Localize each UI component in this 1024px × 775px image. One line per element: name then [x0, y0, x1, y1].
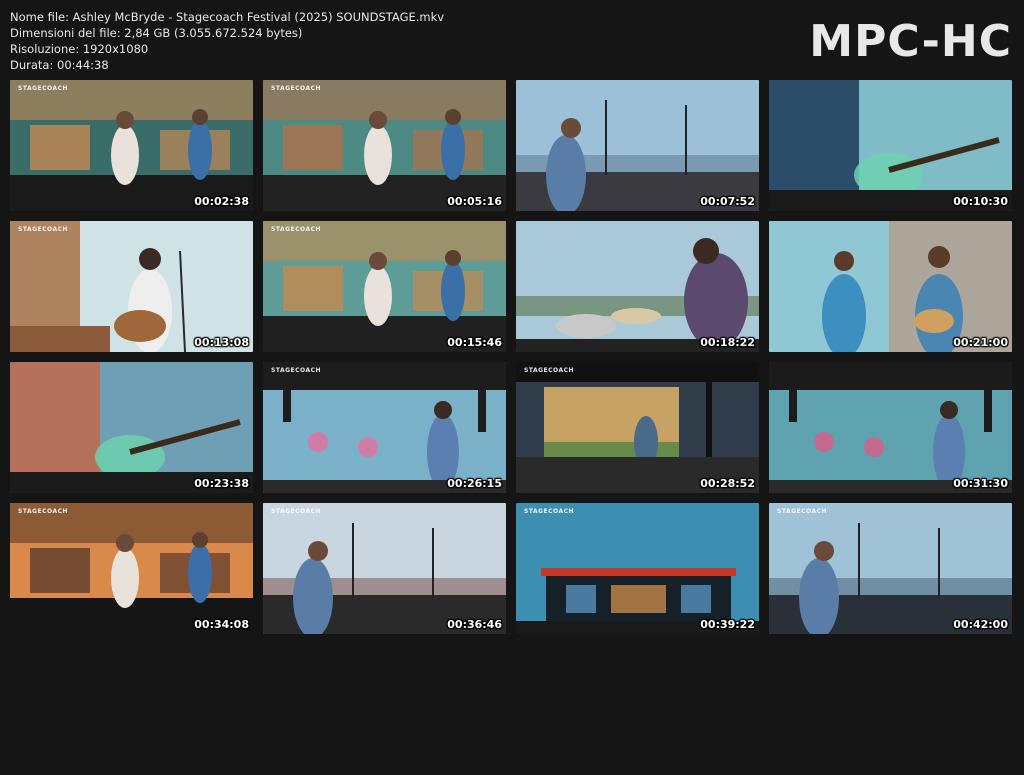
- thumbnail-image: [10, 80, 253, 211]
- thumbnail-frame: 00:18:22: [516, 221, 759, 352]
- broadcast-tag: STAGECOACH: [18, 226, 69, 233]
- thumbnail-image: [263, 80, 506, 211]
- timestamp-label: 00:39:22: [700, 618, 755, 631]
- timestamp-label: 00:26:15: [447, 477, 502, 490]
- broadcast-tag: STAGECOACH: [271, 367, 322, 374]
- thumbnail-image: [769, 221, 1012, 352]
- timestamp-label: 00:10:30: [953, 195, 1008, 208]
- thumbnail-frame: 00:31:30: [769, 362, 1012, 493]
- broadcast-tag: STAGECOACH: [18, 85, 69, 92]
- thumbnail-frame: STAGECOACH 00:36:46: [263, 503, 506, 634]
- thumbnail-frame: STAGECOACH 00:05:16: [263, 80, 506, 211]
- timestamp-label: 00:42:00: [953, 618, 1008, 631]
- broadcast-tag: STAGECOACH: [271, 226, 322, 233]
- broadcast-tag: STAGECOACH: [524, 508, 575, 515]
- thumbnail-frame: STAGECOACH 00:02:38: [10, 80, 253, 211]
- thumbnail-frame: 00:07:52: [516, 80, 759, 211]
- thumbnail-frame: STAGECOACH 00:26:15: [263, 362, 506, 493]
- thumbnail-grid: STAGECOACH 00:02:38 STAGECOACH 00:05:16 00…: [10, 80, 1012, 775]
- thumbnail-frame: STAGECOACH 00:42:00: [769, 503, 1012, 634]
- thumbnail-frame: 00:21:00: [769, 221, 1012, 352]
- thumbnail-image: [10, 362, 253, 493]
- timestamp-label: 00:02:38: [194, 195, 249, 208]
- timestamp-label: 00:07:52: [700, 195, 755, 208]
- timestamp-label: 00:05:16: [447, 195, 502, 208]
- thumbnail-image: [769, 362, 1012, 493]
- file-size: Dimensioni del file: 2,84 GB (3.055.672.…: [10, 26, 303, 40]
- file-name: Nome file: Ashley McBryde - Stagecoach F…: [10, 10, 445, 24]
- timestamp-label: 00:28:52: [700, 477, 755, 490]
- file-resolution: Risoluzione: 1920x1080: [10, 42, 149, 56]
- timestamp-label: 00:13:08: [194, 336, 249, 349]
- file-info: Nome file: Ashley McBryde - Stagecoach F…: [10, 9, 444, 73]
- thumbnail-frame: STAGECOACH 00:13:08: [10, 221, 253, 352]
- thumbnail-frame: STAGECOACH 00:15:46: [263, 221, 506, 352]
- thumbnail-image: [516, 362, 759, 493]
- file-duration: Durata: 00:44:38: [10, 58, 109, 72]
- thumbnail-frame: 00:10:30: [769, 80, 1012, 211]
- broadcast-tag: STAGECOACH: [271, 85, 322, 92]
- timestamp-label: 00:31:30: [953, 477, 1008, 490]
- broadcast-tag: STAGECOACH: [524, 367, 575, 374]
- broadcast-tag: STAGECOACH: [18, 508, 69, 515]
- thumbnail-image: [769, 80, 1012, 211]
- thumbnail-frame: STAGECOACH 00:39:22: [516, 503, 759, 634]
- thumbnail-frame: STAGECOACH 00:34:08: [10, 503, 253, 634]
- thumbnail-image: [516, 80, 759, 211]
- mpc-hc-logo: MPC-HC: [809, 16, 1012, 67]
- timestamp-label: 00:15:46: [447, 336, 502, 349]
- timestamp-label: 00:21:00: [953, 336, 1008, 349]
- broadcast-tag: STAGECOACH: [777, 508, 828, 515]
- thumbnail-image: [10, 221, 253, 352]
- thumbnail-frame: STAGECOACH 00:28:52: [516, 362, 759, 493]
- thumbnail-image: [769, 503, 1012, 634]
- timestamp-label: 00:18:22: [700, 336, 755, 349]
- timestamp-label: 00:34:08: [194, 618, 249, 631]
- thumbnail-frame: 00:23:38: [10, 362, 253, 493]
- timestamp-label: 00:23:38: [194, 477, 249, 490]
- thumbnail-image: [516, 221, 759, 352]
- thumbnail-image: [10, 503, 253, 634]
- thumbnail-image: [516, 503, 759, 634]
- thumbnail-image: [263, 362, 506, 493]
- thumbnail-image: [263, 221, 506, 352]
- timestamp-label: 00:36:46: [447, 618, 502, 631]
- thumbnail-image: [263, 503, 506, 634]
- broadcast-tag: STAGECOACH: [271, 508, 322, 515]
